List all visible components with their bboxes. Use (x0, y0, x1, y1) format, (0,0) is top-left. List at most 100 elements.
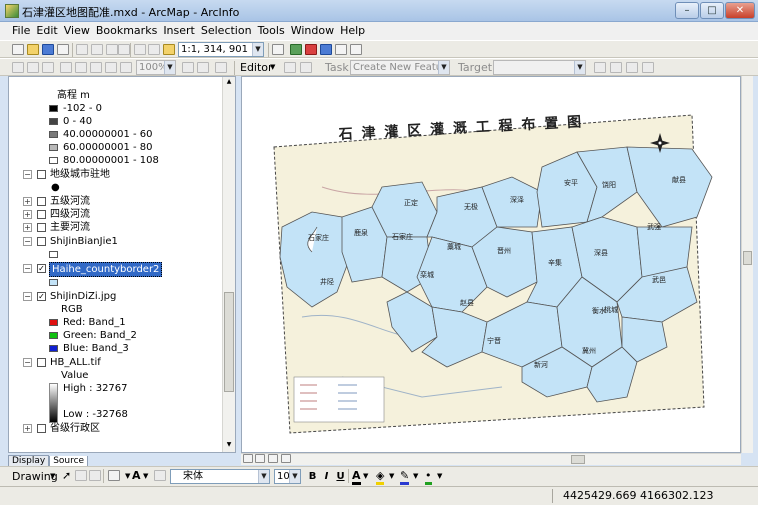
menu-bookmarks[interactable]: Bookmarks (93, 22, 160, 37)
model-builder-icon[interactable] (335, 44, 347, 55)
edit-vertices-icon[interactable] (154, 470, 166, 481)
layout-view-icon[interactable] (255, 454, 265, 463)
layer-visibility-checkbox[interactable] (37, 210, 46, 219)
menu-edit[interactable]: Edit (33, 22, 60, 37)
zoom-out-page-icon[interactable] (27, 62, 39, 73)
chevron-down-icon[interactable]: ▼ (270, 63, 275, 71)
layer-visibility-checkbox[interactable] (37, 358, 46, 367)
save-icon[interactable] (42, 44, 54, 55)
layer-visibility-checkbox[interactable] (37, 237, 46, 246)
fixed-zoom-out-icon[interactable] (105, 62, 117, 73)
map-horizontal-scrollbar[interactable] (241, 453, 741, 465)
command-line-icon[interactable] (320, 44, 332, 55)
editor-toolbar-icon[interactable] (272, 44, 284, 55)
expand-icon[interactable]: + (23, 197, 32, 206)
layer-visibility-checkbox[interactable]: ✓ (37, 292, 46, 301)
rotate-element-icon[interactable] (75, 470, 87, 481)
menu-help[interactable]: Help (337, 22, 368, 37)
map-vertical-scrollbar[interactable] (741, 76, 753, 453)
zoom-in-page-icon[interactable] (12, 62, 24, 73)
menu-file[interactable]: File (9, 22, 33, 37)
editor-menu[interactable]: Editor (240, 61, 273, 74)
undo-icon[interactable] (134, 44, 146, 55)
expand-icon[interactable]: + (23, 210, 32, 219)
whats-this-help-icon[interactable] (350, 44, 362, 55)
marker-color-icon[interactable]: • (425, 469, 432, 485)
chevron-down-icon[interactable]: ▼ (50, 472, 55, 480)
toc-scrollbar[interactable]: ▲ ▼ (222, 77, 235, 452)
cut-icon[interactable] (76, 44, 88, 55)
change-layout-icon[interactable] (215, 62, 227, 73)
sketch-properties-icon[interactable] (642, 62, 654, 73)
attributes-icon[interactable] (626, 62, 638, 73)
italic-button[interactable]: I (320, 470, 333, 483)
bold-button[interactable]: B (306, 470, 319, 483)
font-combo[interactable]: 宋体 ▼ (170, 469, 270, 484)
edit-tool-icon[interactable] (284, 62, 296, 73)
layer-haihe-countyborder2[interactable]: − ✓ Haihe_countyborder2 (23, 262, 213, 277)
chevron-down-icon[interactable]: ▼ (125, 472, 130, 480)
open-folder-icon[interactable] (27, 44, 39, 55)
chevron-down-icon[interactable]: ▼ (413, 472, 418, 480)
chevron-down-icon[interactable]: ▼ (389, 472, 394, 480)
map-canvas[interactable]: 正定 无极 深泽 安平 饶阳 献县 石家庄 藁城 晋州 辛集 深县 武强 鹿泉 … (242, 77, 741, 453)
scrollbar-thumb[interactable] (224, 292, 234, 392)
chevron-down-icon[interactable]: ▼ (437, 472, 442, 480)
chevron-down-icon[interactable]: ▼ (258, 470, 269, 483)
chevron-down-icon[interactable]: ▼ (289, 470, 300, 483)
rotate-tool-icon[interactable] (610, 62, 622, 73)
add-data-icon[interactable] (163, 44, 175, 55)
collapse-icon[interactable]: − (23, 358, 32, 367)
paste-icon[interactable] (106, 44, 118, 55)
layer-visibility-checkbox[interactable] (37, 170, 46, 179)
map-display[interactable]: 正定 无极 深泽 安平 饶阳 献县 石家庄 藁城 晋州 辛集 深县 武强 鹿泉 … (241, 76, 741, 453)
underline-button[interactable]: U (334, 470, 347, 483)
chevron-down-icon[interactable]: ▼ (363, 472, 368, 480)
layer-visibility-checkbox[interactable] (37, 197, 46, 206)
minimize-button[interactable]: – (675, 2, 699, 19)
scrollbar-thumb[interactable] (571, 455, 585, 464)
maximize-button[interactable]: □ (700, 2, 724, 19)
pan-page-icon[interactable] (42, 62, 54, 73)
menu-window[interactable]: Window (288, 22, 337, 37)
toggle-draft-mode-icon[interactable] (182, 62, 194, 73)
chevron-down-icon[interactable]: ▼ (438, 61, 449, 74)
previous-extent-icon[interactable] (120, 62, 132, 73)
layout-zoom-combo[interactable]: 100% ▼ (136, 60, 176, 75)
collapse-icon[interactable]: − (23, 170, 32, 179)
text-tool-icon[interactable]: A (132, 469, 141, 482)
chevron-down-icon[interactable]: ▼ (143, 472, 148, 480)
line-color-icon[interactable]: ✎ (400, 469, 410, 485)
zoom-100-icon[interactable] (75, 62, 87, 73)
font-size-combo[interactable]: 10 ▼ (274, 469, 301, 484)
layer-visibility-checkbox[interactable] (37, 424, 46, 433)
scroll-down-icon[interactable]: ▼ (224, 441, 234, 451)
fixed-zoom-in-icon[interactable] (90, 62, 102, 73)
expand-icon[interactable]: + (23, 424, 32, 433)
refresh-view-icon[interactable] (268, 454, 278, 463)
new-document-icon[interactable] (12, 44, 24, 55)
redo-icon[interactable] (148, 44, 160, 55)
collapse-icon[interactable]: − (23, 292, 32, 301)
zoom-to-selected-icon[interactable] (89, 470, 101, 481)
toolbox-icon[interactable] (305, 44, 317, 55)
rectangle-tool-icon[interactable] (108, 470, 120, 481)
layer-visibility-checkbox[interactable]: ✓ (37, 264, 46, 273)
zoom-whole-page-icon[interactable] (60, 62, 72, 73)
menu-insert[interactable]: Insert (160, 22, 198, 37)
target-combo[interactable]: ▼ (493, 60, 586, 75)
font-color-icon[interactable]: A (352, 469, 361, 485)
split-tool-icon[interactable] (594, 62, 606, 73)
task-combo[interactable]: Create New Feature ▼ (350, 60, 450, 75)
copy-icon[interactable] (91, 44, 103, 55)
scrollbar-thumb[interactable] (743, 251, 752, 265)
scroll-up-icon[interactable]: ▲ (224, 78, 234, 88)
menu-view[interactable]: View (61, 22, 93, 37)
map-scale-combo[interactable]: 1:1, 314, 901 ▼ (178, 42, 264, 57)
expand-icon[interactable]: + (23, 223, 32, 232)
pause-drawing-icon[interactable] (281, 454, 291, 463)
sketch-tool-icon[interactable] (300, 62, 312, 73)
menu-selection[interactable]: Selection (198, 22, 255, 37)
collapse-icon[interactable]: − (23, 264, 32, 273)
chevron-down-icon[interactable]: ▼ (574, 61, 585, 74)
